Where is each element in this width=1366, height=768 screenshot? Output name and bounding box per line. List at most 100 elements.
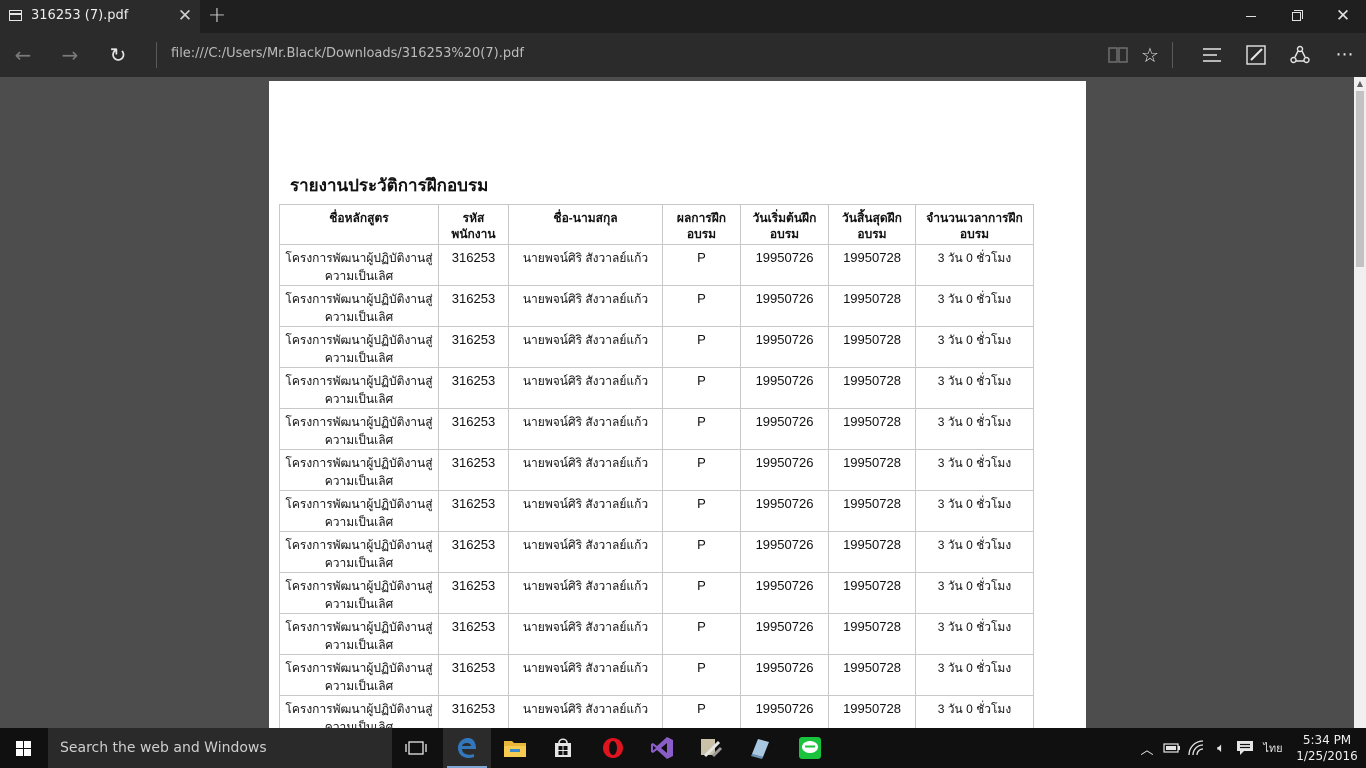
employee-name-cell: นายพจน์ศิริ สังวาลย์แก้ว — [508, 244, 663, 286]
duration-cell: 3 วัน 0 ชั่วโมง — [915, 244, 1034, 286]
employee-id-cell: 316253 — [438, 613, 509, 655]
column-header: ชื่อ-นามสกุล — [508, 204, 663, 245]
battery-button[interactable] — [1160, 728, 1184, 768]
input-language-button[interactable]: ไทย — [1260, 728, 1286, 768]
favorite-button[interactable]: ☆ — [1135, 40, 1165, 70]
scroll-up-icon[interactable]: ▲ — [1356, 79, 1364, 88]
table-row: โครงการพัฒนาผู้ปฏิบัติงานสู่ ความเป็นเลิ… — [279, 326, 1034, 368]
close-window-button[interactable]: ✕ — [1320, 0, 1366, 33]
back-button[interactable]: ← — [8, 40, 38, 70]
new-tab-button[interactable]: + — [205, 4, 229, 28]
result-cell: P — [662, 490, 741, 532]
table-row: โครงการพัฒนาผู้ปฏิบัติงานสู่ ความเป็นเลิ… — [279, 654, 1034, 696]
course-cell: โครงการพัฒนาผู้ปฏิบัติงานสู่ ความเป็นเลิ… — [279, 572, 439, 614]
duration-cell: 3 วัน 0 ชั่วโมง — [915, 408, 1034, 450]
start-date-cell: 19950726 — [740, 285, 829, 327]
employee-name-cell: นายพจน์ศิริ สังวาลย์แก้ว — [508, 695, 663, 728]
column-header: ชื่อหลักสูตร — [279, 204, 439, 245]
store-button[interactable] — [539, 728, 587, 768]
line-button[interactable] — [786, 728, 834, 768]
end-date-cell: 19950728 — [828, 244, 916, 286]
course-cell: โครงการพัฒนาผู้ปฏิบัติงานสู่ ความเป็นเลิ… — [279, 367, 439, 409]
duration-cell: 3 วัน 0 ชั่วโมง — [915, 285, 1034, 327]
opera-icon — [603, 738, 623, 758]
action-center-button[interactable] — [1233, 728, 1257, 768]
end-date-cell: 19950728 — [828, 613, 916, 655]
edge-icon — [458, 738, 476, 758]
course-cell: โครงการพัฒนาผู้ปฏิบัติงานสู่ ความเป็นเลิ… — [279, 654, 439, 696]
tab-title: 316253 (7).pdf — [31, 8, 129, 23]
vertical-scrollbar[interactable]: ▲ — [1354, 77, 1366, 728]
visual-studio-icon — [651, 737, 673, 759]
tab-active[interactable]: 316253 (7).pdf ✕ — [0, 0, 200, 33]
employee-name-cell: นายพจน์ศิริ สังวาลย์แก้ว — [508, 654, 663, 696]
employee-id-cell: 316253 — [438, 244, 509, 286]
reading-view-button[interactable] — [1103, 40, 1133, 70]
tab-close-button[interactable]: ✕ — [176, 6, 194, 26]
employee-name-cell: นายพจน์ศิริ สังวาลย์แก้ว — [508, 490, 663, 532]
pdf-viewport[interactable]: รายงานประวัติการฝึกอบรม ชื่อหลักสูตร รหั… — [0, 77, 1366, 728]
employee-name-cell: นายพจน์ศิริ สังวาลย์แก้ว — [508, 367, 663, 409]
start-date-cell: 19950726 — [740, 572, 829, 614]
file-explorer-button[interactable] — [491, 728, 539, 768]
duration-cell: 3 วัน 0 ชั่วโมง — [915, 326, 1034, 368]
end-date-cell: 19950728 — [828, 695, 916, 728]
forward-button[interactable]: → — [55, 40, 85, 70]
employee-id-cell: 316253 — [438, 285, 509, 327]
file-explorer-icon — [504, 741, 526, 757]
page-icon — [9, 10, 22, 21]
app-icon — [751, 739, 769, 759]
volume-button[interactable]: 🔈︎ — [1210, 728, 1232, 768]
search-box[interactable]: Search the web and Windows — [48, 728, 392, 768]
speaker-icon: 🔈︎ — [1217, 740, 1225, 756]
more-icon: ⋯ — [1335, 44, 1355, 65]
table-row: โครงการพัฒนาผู้ปฏิบัติงานสู่ ความเป็นเลิ… — [279, 490, 1034, 532]
tools-button[interactable] — [687, 728, 735, 768]
scroll-thumb[interactable] — [1356, 91, 1364, 267]
task-view-button[interactable] — [392, 728, 440, 768]
column-header: ผลการฝึก อบรม — [662, 204, 741, 245]
web-note-button[interactable] — [1241, 40, 1271, 70]
employee-id-cell: 316253 — [438, 490, 509, 532]
column-header: วันสิ้นสุดฝึก อบรม — [828, 204, 916, 245]
app-button[interactable] — [736, 728, 784, 768]
pen-icon — [1246, 45, 1266, 65]
show-hidden-icons-button[interactable]: ︿ — [1137, 728, 1157, 768]
tools-icon — [701, 739, 723, 758]
restore-button[interactable] — [1274, 0, 1320, 33]
duration-cell: 3 วัน 0 ชั่วโมง — [915, 490, 1034, 532]
notification-icon — [1237, 741, 1253, 755]
employee-name-cell: นายพจน์ศิริ สังวาลย์แก้ว — [508, 285, 663, 327]
course-cell: โครงการพัฒนาผู้ปฏิบัติงานสู่ ความเป็นเลิ… — [279, 285, 439, 327]
opera-button[interactable] — [589, 728, 637, 768]
course-cell: โครงการพัฒนาผู้ปฏิบัติงานสู่ ความเป็นเลิ… — [279, 449, 439, 491]
result-cell: P — [662, 449, 741, 491]
table-row: โครงการพัฒนาผู้ปฏิบัติงานสู่ ความเป็นเลิ… — [279, 408, 1034, 450]
more-button[interactable]: ⋯ — [1330, 40, 1360, 70]
visual-studio-button[interactable] — [638, 728, 686, 768]
share-button[interactable] — [1285, 40, 1315, 70]
start-button[interactable] — [0, 728, 48, 768]
table-row: โครงการพัฒนาผู้ปฏิบัติงานสู่ ความเป็นเลิ… — [279, 285, 1034, 327]
minimize-button[interactable] — [1228, 0, 1274, 33]
end-date-cell: 19950728 — [828, 367, 916, 409]
pdf-page: รายงานประวัติการฝึกอบรม ชื่อหลักสูตร รหั… — [269, 81, 1086, 728]
result-cell: P — [662, 367, 741, 409]
minimize-icon — [1246, 16, 1256, 17]
refresh-button[interactable]: ↻ — [103, 40, 133, 70]
training-table: ชื่อหลักสูตร รหัส พนักงาน ชื่อ-นามสกุล ผ… — [279, 204, 1034, 728]
table-row: โครงการพัฒนาผู้ปฏิบัติงานสู่ ความเป็นเลิ… — [279, 572, 1034, 614]
hub-button[interactable] — [1197, 40, 1227, 70]
table-row: โครงการพัฒนาผู้ปฏิบัติงานสู่ ความเป็นเลิ… — [279, 531, 1034, 573]
network-button[interactable] — [1185, 728, 1209, 768]
result-cell: P — [662, 572, 741, 614]
column-header: วันเริ่มต้นฝึก อบรม — [740, 204, 829, 245]
edge-taskbar-button[interactable] — [443, 728, 491, 768]
windows-logo-icon — [16, 741, 32, 756]
line-icon — [799, 737, 821, 759]
address-bar[interactable]: file:///C:/Users/Mr.Black/Downloads/3162… — [171, 46, 524, 61]
table-row: โครงการพัฒนาผู้ปฏิบัติงานสู่ ความเป็นเลิ… — [279, 613, 1034, 655]
clock[interactable]: 5:34 PM 1/25/2016 — [1292, 732, 1362, 764]
start-date-cell: 19950726 — [740, 490, 829, 532]
table-row: โครงการพัฒนาผู้ปฏิบัติงานสู่ ความเป็นเลิ… — [279, 367, 1034, 409]
